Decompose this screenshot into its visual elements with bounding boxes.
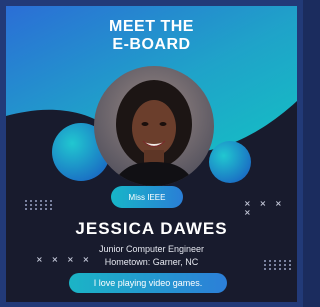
decor-dots-left bbox=[25, 200, 53, 210]
decor-x-marks-right: × × × × bbox=[244, 199, 285, 217]
profile-photo bbox=[94, 66, 214, 186]
position-badge: Miss IEEE bbox=[111, 186, 183, 208]
header-line-1: MEET THE bbox=[109, 18, 194, 35]
member-role: Junior Computer Engineer bbox=[98, 244, 205, 254]
decor-circle-right bbox=[209, 141, 251, 183]
eboard-card: MEET THE E-BOARD × × × × × × × × Miss IE… bbox=[6, 6, 297, 302]
poster-frame: MEET THE E-BOARD × × × × × × × × Miss IE… bbox=[0, 0, 303, 307]
fun-fact-badge: I love playing video games. bbox=[69, 273, 227, 293]
header-line-2: E-BOARD bbox=[112, 36, 191, 53]
member-name: JESSICA DAWES bbox=[75, 219, 228, 238]
member-hometown: Hometown: Garner, NC bbox=[104, 257, 199, 267]
portrait-image bbox=[94, 66, 214, 186]
